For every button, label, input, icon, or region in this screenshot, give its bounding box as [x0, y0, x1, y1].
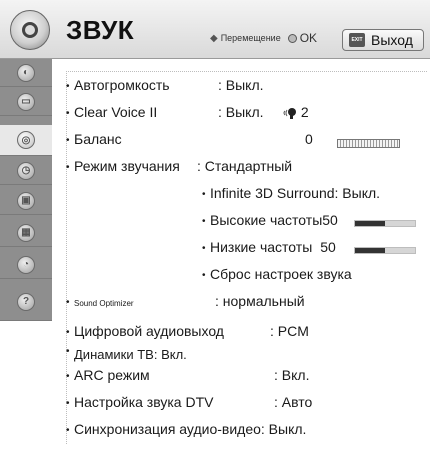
navigation-hint: ◆ Перемещение OK: [210, 31, 317, 45]
sidebar-item-network[interactable]: ◔: [0, 251, 52, 279]
setting-treble[interactable]: • Высокие частоты50: [202, 212, 338, 228]
setting-label: Infinite 3D Surround: Выкл.: [210, 185, 381, 201]
setting-surround[interactable]: • Infinite 3D Surround: Выкл.: [202, 185, 380, 201]
bullet-icon: •: [66, 370, 70, 382]
setting-label: Сброс настроек звука: [210, 266, 352, 282]
setting-digital-audio-out[interactable]: • Цифровой аудиовыход: [66, 323, 224, 339]
setting-label: Sound Optimizer: [74, 299, 134, 308]
bullet-icon: •: [66, 326, 70, 338]
bullet-icon: •: [66, 397, 70, 409]
setting-label: Низкие частоты: [210, 239, 313, 255]
navigation-hint-label: Перемещение: [220, 33, 281, 43]
setting-arc-mode-value: : Вкл.: [274, 367, 310, 383]
settings-list: [66, 71, 427, 444]
setting-label: Высокие частоты: [210, 212, 323, 228]
bullet-icon: •: [202, 215, 206, 227]
ok-button-icon: [287, 33, 297, 43]
setting-sound-mode[interactable]: • Режим звучания: [66, 158, 180, 174]
setting-auto-volume[interactable]: • Автогромкость: [66, 77, 170, 93]
picture-icon: ◐: [17, 63, 35, 82]
setting-sound-optimizer-value: : нормальный: [215, 293, 305, 309]
setting-auto-volume-value: : Выкл.: [218, 77, 264, 93]
ok-hint-label: OK: [299, 31, 318, 45]
balance-value: 0: [305, 131, 313, 147]
speaker-icon: ◎: [17, 131, 35, 149]
bullet-icon: •: [202, 269, 206, 281]
sidebar-item-sound[interactable]: ◎: [0, 125, 52, 156]
bullet-icon: •: [66, 424, 70, 436]
help-icon: ?: [17, 292, 35, 311]
setting-label: Clear Voice II: [74, 104, 158, 120]
setting-av-sync[interactable]: • Синхронизация аудио-видео: Выкл.: [66, 421, 306, 437]
bullet-icon: •: [66, 80, 70, 92]
settings-panel: • Автогромкость : Выкл. • Clear Voice II :…: [52, 59, 430, 453]
setting-label: Автогромкость: [74, 77, 170, 93]
setting-bass[interactable]: • Низкие частоты 50: [202, 239, 336, 255]
voice-icon: [283, 108, 296, 120]
monitor-icon: ▭: [17, 92, 35, 111]
balance-slider[interactable]: [337, 139, 400, 148]
setting-clear-voice-value: : Выкл.: [218, 104, 264, 120]
setting-label: ARC режим: [74, 367, 150, 383]
network-icon: ◔: [17, 255, 35, 274]
sidebar-item-screen[interactable]: ▭: [0, 88, 52, 116]
bass-value: 50: [320, 239, 336, 255]
setting-reset[interactable]: • Сброс настроек звука: [202, 266, 352, 282]
bullet-icon: •: [66, 346, 70, 357]
exit-button[interactable]: EXIT Выход: [342, 29, 424, 51]
sidebar-item-time[interactable]: ◷: [0, 157, 52, 185]
bullet-icon: •: [66, 296, 70, 308]
exit-button-label: Выход: [371, 32, 413, 48]
setting-sound-optimizer[interactable]: • Sound Optimizer: [66, 293, 134, 309]
setting-sound-mode-value: : Стандартный: [197, 158, 293, 174]
speaker-icon: [10, 10, 50, 50]
clear-voice-level-value: 2: [300, 104, 309, 120]
setting-balance[interactable]: • Баланс: [66, 131, 122, 147]
setting-label: Динамики ТВ: Вкл.: [74, 347, 187, 362]
sidebar-item-support[interactable]: ?: [0, 283, 52, 321]
category-sidebar: ◐ ▭ ◎ ◷ ▣ ▦ ◔ ?: [0, 59, 52, 321]
setting-dtv-sound-value: : Авто: [274, 394, 313, 410]
setting-label: Режим звучания: [74, 158, 180, 174]
setting-arc-mode[interactable]: • ARC режим: [66, 367, 150, 383]
setting-tv-speakers[interactable]: • Динамики ТВ: Вкл.: [66, 346, 187, 362]
setting-label: Синхронизация аудио-видео: Выкл.: [74, 421, 307, 437]
sound-settings-window: ЗВУК ◆ Перемещение OK EXIT Выход ◐ ▭ ◎ ◷…: [0, 0, 430, 453]
treble-bar-fill: [355, 221, 385, 226]
treble-value: 50: [322, 212, 338, 228]
bass-bar-fill: [355, 248, 385, 253]
setting-label: Настройка звука DTV: [74, 394, 214, 410]
bullet-icon: •: [66, 134, 70, 146]
setting-clear-voice[interactable]: • Clear Voice II: [66, 104, 157, 120]
clear-voice-level: 2: [283, 104, 309, 120]
calendar-icon: ▦: [17, 223, 35, 242]
treble-bar[interactable]: [354, 220, 416, 227]
setting-label: Баланс: [74, 131, 122, 147]
bullet-icon: •: [66, 161, 70, 173]
page-title: ЗВУК: [66, 15, 135, 45]
sidebar-item-lock[interactable]: ▣: [0, 187, 52, 215]
setting-digital-audio-out-value: : PCM: [270, 323, 309, 339]
bullet-icon: •: [202, 188, 206, 200]
clock-icon: ◷: [17, 161, 35, 180]
setting-dtv-sound[interactable]: • Настройка звука DTV: [66, 394, 213, 410]
navigation-arrows-icon: ◆: [210, 32, 218, 44]
lock-icon: ▣: [17, 191, 35, 210]
bullet-icon: •: [202, 242, 206, 254]
sidebar-item-picture[interactable]: ◐: [0, 59, 52, 87]
header-bar: ЗВУК ◆ Перемещение OK EXIT Выход: [0, 0, 430, 59]
sidebar-item-options[interactable]: ▦: [0, 219, 52, 247]
setting-label: Цифровой аудиовыход: [74, 323, 224, 339]
bass-bar[interactable]: [354, 247, 416, 254]
bullet-icon: •: [66, 107, 70, 119]
exit-key-icon: EXIT: [349, 33, 365, 47]
